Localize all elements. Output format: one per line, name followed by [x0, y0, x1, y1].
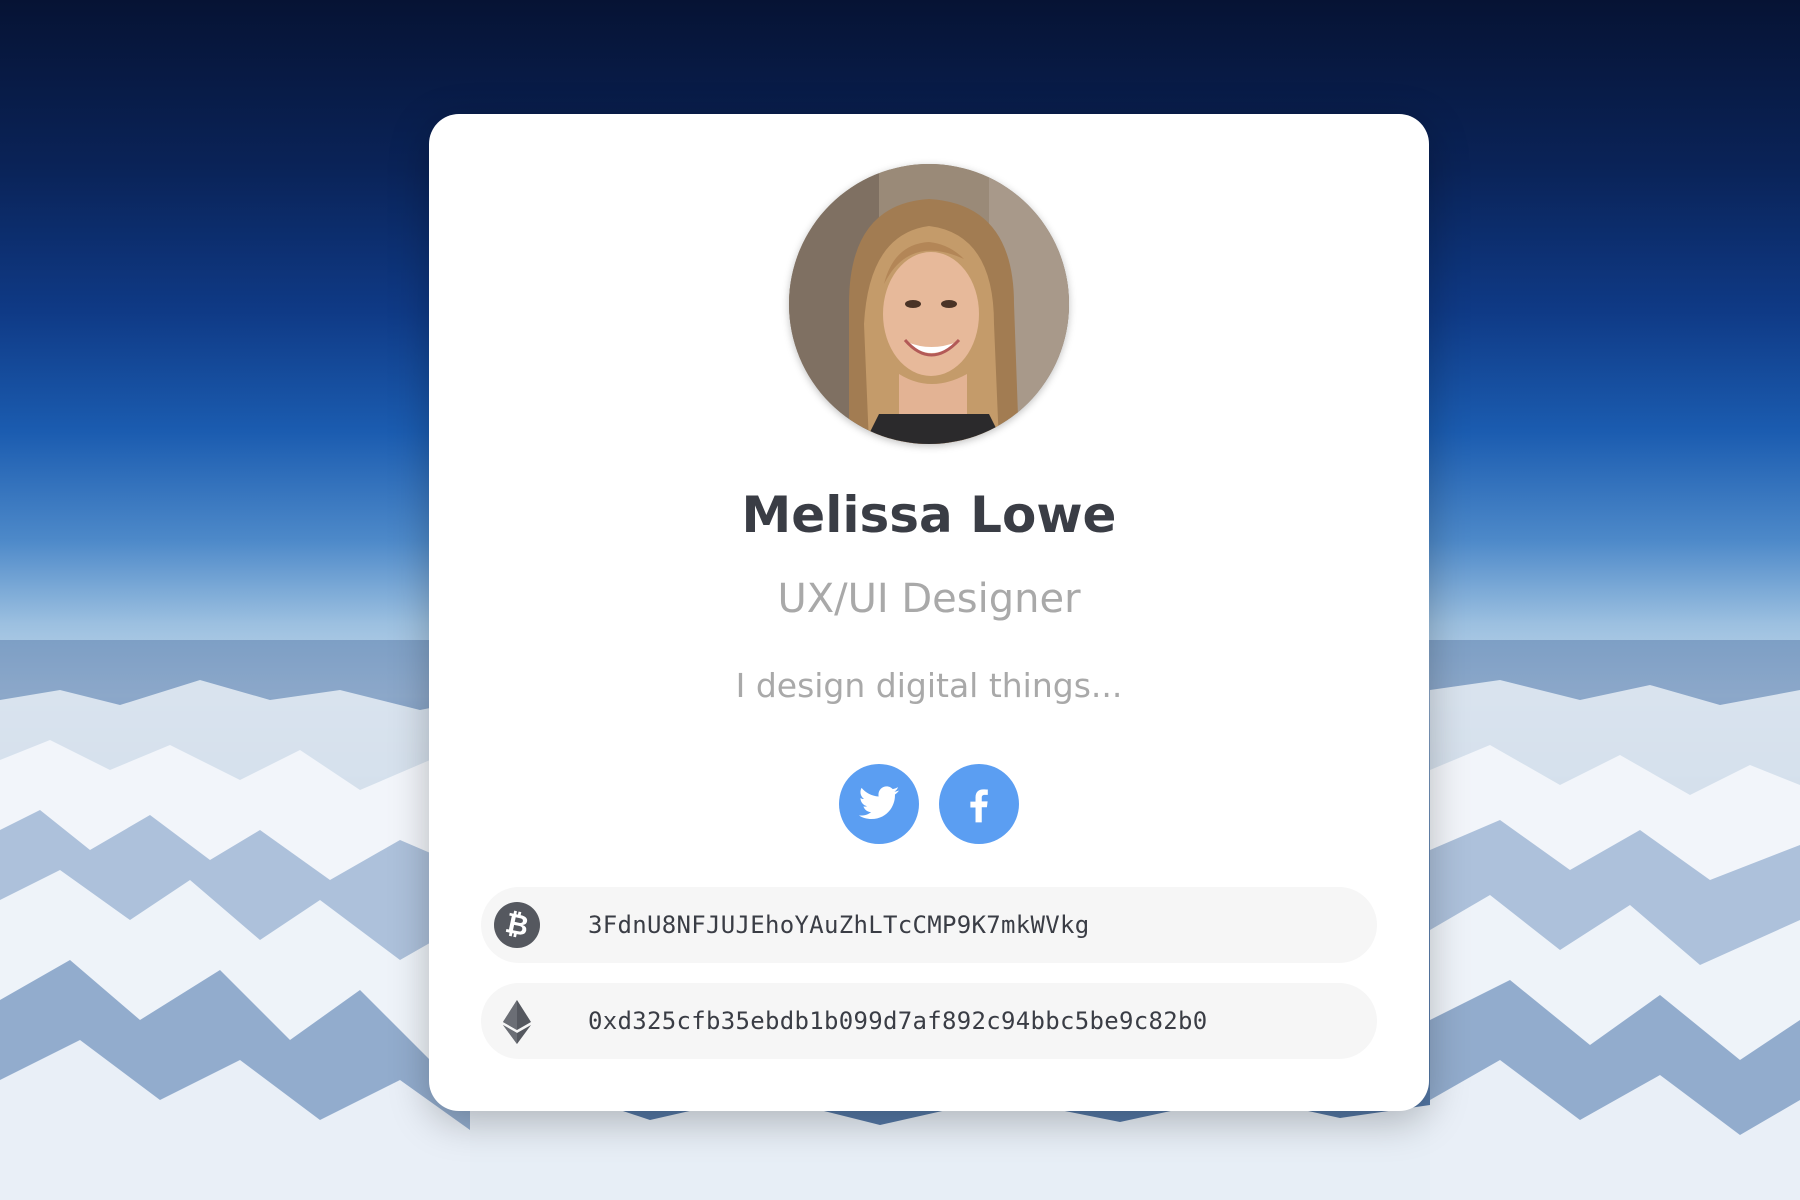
twitter-icon	[858, 786, 900, 820]
ethereum-address[interactable]: 0xd325cfb35ebdb1b099d7af892c94bbc5be9c82…	[588, 1007, 1207, 1035]
profile-role: UX/UI Designer	[777, 576, 1081, 622]
avatar	[789, 164, 1069, 444]
bitcoin-address[interactable]: 3FdnU8NFJUJEhoYAuZhLTcCMP9K7mkWVkg	[588, 911, 1089, 939]
bitcoin-wallet-row[interactable]: ₿ 3FdnU8NFJUJEhoYAuZhLTcCMP9K7mkWVkg	[481, 887, 1377, 963]
avatar-photo	[789, 164, 1069, 444]
profile-name: Melissa Lowe	[741, 486, 1117, 544]
ethereum-wallet-row[interactable]: 0xd325cfb35ebdb1b099d7af892c94bbc5be9c82…	[481, 983, 1377, 1059]
profile-bio: I design digital things...	[735, 666, 1123, 705]
bitcoin-icon: ₿	[493, 901, 541, 949]
page-background: Melissa Lowe UX/UI Designer I design dig…	[0, 0, 1800, 1200]
social-links	[429, 764, 1429, 844]
facebook-icon	[970, 789, 988, 823]
twitter-button[interactable]	[839, 764, 919, 844]
ethereum-icon	[493, 997, 541, 1045]
facebook-button[interactable]	[939, 764, 1019, 844]
profile-card: Melissa Lowe UX/UI Designer I design dig…	[429, 114, 1429, 1111]
